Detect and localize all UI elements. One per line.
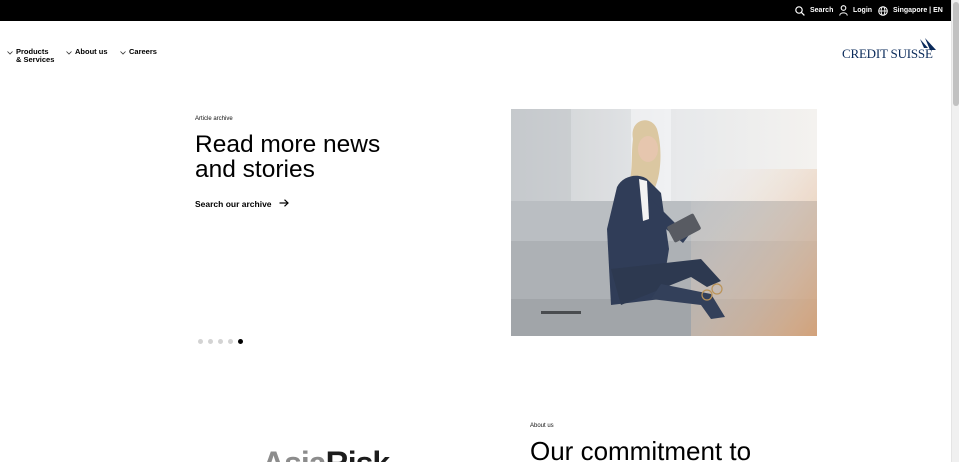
search-icon (795, 5, 810, 16)
hero-eyebrow: Article archive (195, 116, 233, 122)
nav-careers-label: Careers (129, 47, 157, 56)
carousel-dot-4[interactable] (228, 339, 233, 344)
nav-about-us[interactable]: About us (66, 48, 108, 57)
scrollbar-thumb[interactable] (953, 2, 959, 106)
search-label: Search (810, 7, 834, 14)
search-archive-label: Search our archive (195, 199, 272, 209)
locale-selector[interactable]: Singapore | EN (878, 0, 943, 21)
chevron-down-icon (120, 49, 126, 57)
carousel-dot-1[interactable] (198, 339, 203, 344)
page-scrollbar[interactable] (951, 0, 959, 462)
hero-title: Read more news and stories (195, 132, 445, 182)
sails-icon (920, 38, 936, 50)
utility-bar: Search Login Singapore | EN (0, 0, 951, 21)
chevron-down-icon (7, 49, 13, 57)
asia-risk-logo: AsiaRisk (262, 445, 391, 462)
carousel-dots (198, 339, 248, 344)
carousel-dot-2[interactable] (208, 339, 213, 344)
carousel-dot-3[interactable] (218, 339, 223, 344)
lower-eyebrow: About us (530, 423, 554, 429)
nav-products-label: Products & Services (16, 48, 56, 64)
arrow-right-icon (272, 199, 289, 209)
search-archive-link[interactable]: Search our archive (195, 199, 289, 209)
nav-about-label: About us (75, 47, 108, 56)
hero-title-line2: and stories (195, 156, 315, 183)
nav-products-line2: & Services (16, 55, 55, 64)
login-link[interactable]: Login (839, 0, 872, 21)
hero-title-line1: Read more news (195, 131, 381, 158)
chevron-down-icon (66, 49, 72, 57)
globe-icon (878, 5, 893, 16)
user-icon (839, 5, 853, 16)
locale-label: Singapore | EN (893, 7, 943, 14)
hero-photo (511, 109, 817, 336)
carousel-dot-5[interactable] (238, 339, 243, 344)
nav-products-services[interactable]: Products & Services (7, 48, 56, 64)
nav-careers[interactable]: Careers (120, 48, 157, 57)
lower-section-title: Our commitment to (530, 436, 752, 462)
search-link[interactable]: Search (795, 0, 833, 21)
login-label: Login (853, 7, 873, 14)
asia-risk-logo-part1: Asia (262, 445, 327, 462)
credit-suisse-logo[interactable]: CREDIT SUISSE (842, 38, 937, 62)
asia-risk-logo-part2: Risk (326, 445, 391, 462)
